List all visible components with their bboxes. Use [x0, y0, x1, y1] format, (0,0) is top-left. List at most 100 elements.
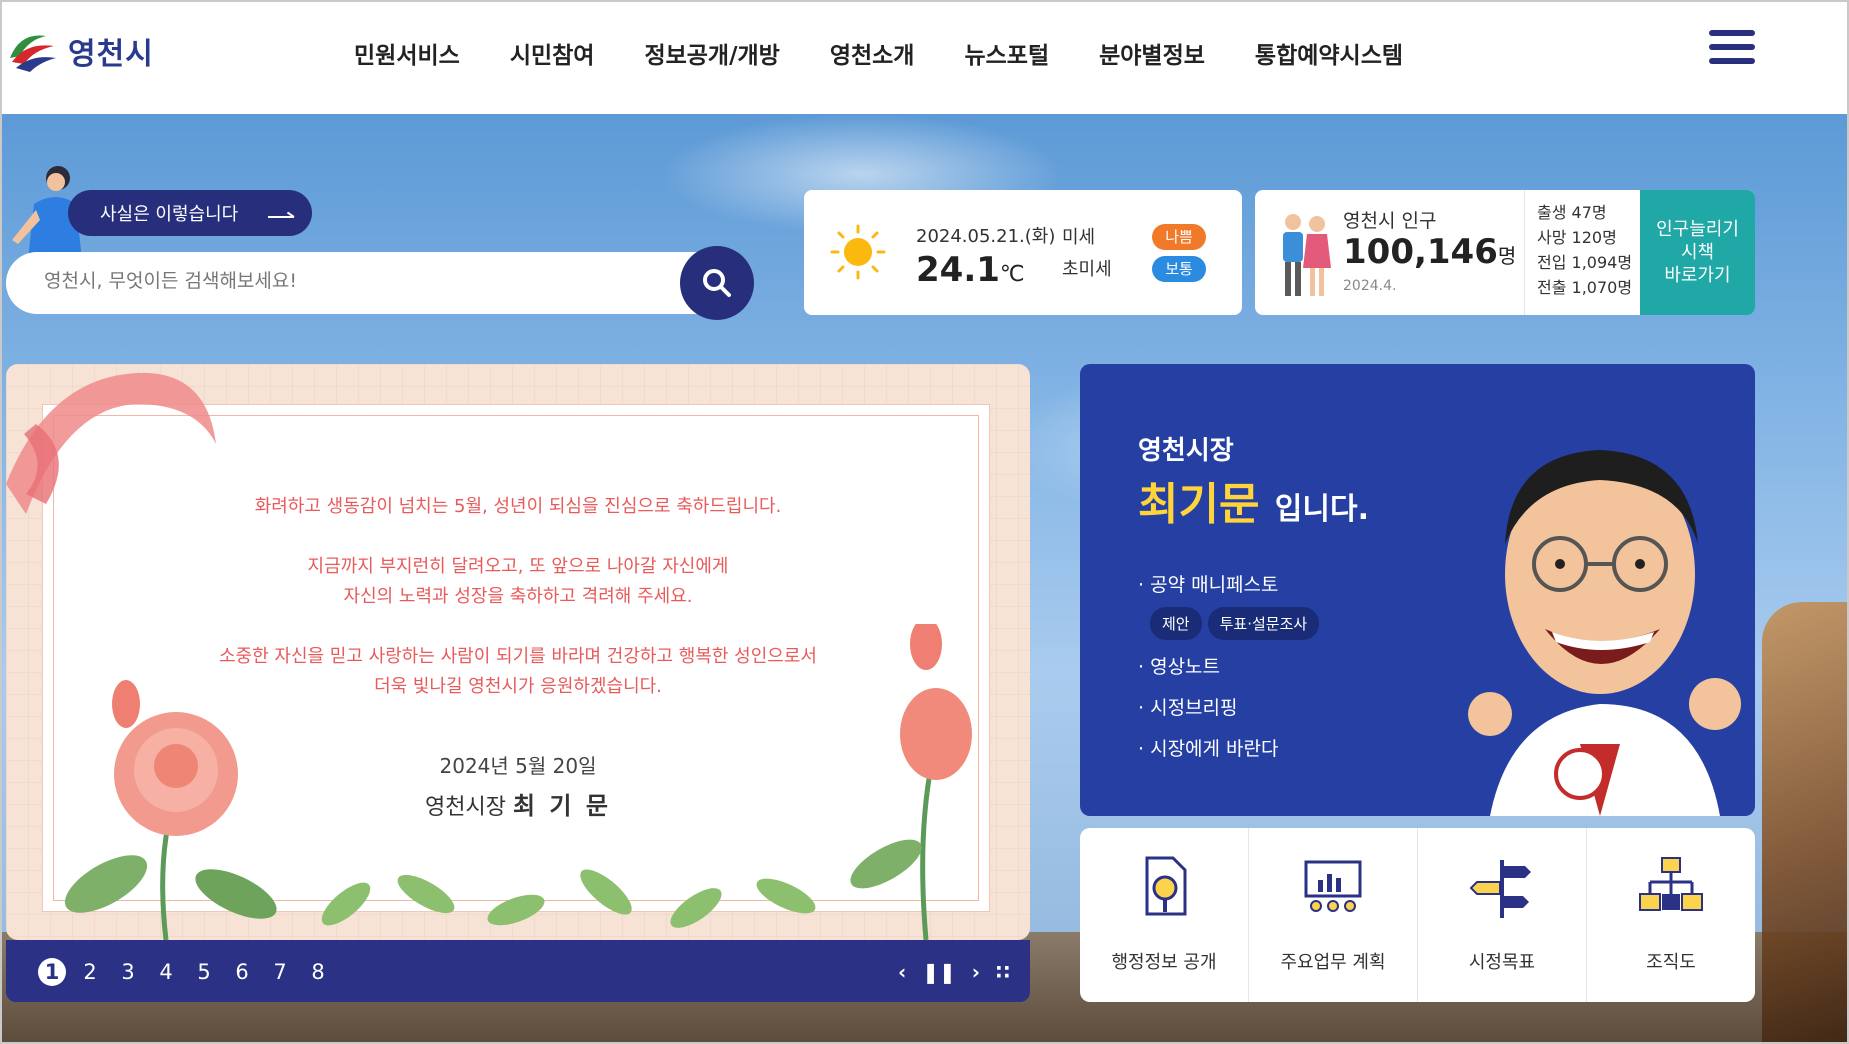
document-search-icon — [1145, 856, 1187, 916]
mayor-tags: 제안 투표·설문조사 — [1150, 607, 1320, 640]
search-icon — [703, 269, 731, 297]
weather-temp: 24.1℃ — [916, 250, 1025, 290]
weather-card: 2024.05.21.(화) 24.1℃ 미세 초미세 나쁨 보통 — [804, 190, 1242, 315]
mayor-menu-video[interactable]: 영상노트 — [1138, 652, 1319, 679]
page-3[interactable]: 3 — [114, 958, 142, 986]
menu-bar — [1709, 44, 1755, 50]
nav-participation[interactable]: 시민참여 — [510, 36, 595, 70]
mayor-menu-wish[interactable]: 시장에게 바란다 — [1138, 734, 1319, 761]
chart-board-icon — [1304, 860, 1362, 912]
logo-text: 영천시 — [68, 37, 154, 72]
people-icon — [1283, 214, 1331, 296]
quick-link-org-chart[interactable]: 조직도 — [1587, 828, 1755, 1002]
signature-name: 최 기 문 — [513, 792, 611, 820]
stat-move-out: 전출 1,070명 — [1537, 278, 1633, 297]
banner-line-5: 더욱 빛나길 영천시가 응원하겠습니다. — [374, 676, 662, 697]
menu-bar — [1709, 58, 1755, 64]
quick-link-label: 주요업무 계획 — [1280, 952, 1386, 973]
page-5[interactable]: 5 — [190, 958, 218, 986]
population-card: 영천시 인구 100,146명 2024.4. 출생 47명 사망 120명 전… — [1255, 190, 1755, 315]
population-stats: 출생 47명 사망 120명 전입 1,094명 전출 1,070명 — [1524, 190, 1640, 315]
quick-link-label: 조직도 — [1646, 952, 1696, 973]
banner-line-3: 자신의 노력과 성장을 축하하고 격려해 주세요. — [343, 586, 693, 607]
population-unit: 명 — [1497, 244, 1517, 268]
fact-check-label: 사실은 이렇습니다 — [100, 204, 239, 225]
mayor-title: 영천시장 — [1138, 436, 1234, 466]
population-policy-label: 인구늘리기 시책 바로가기 — [1656, 218, 1739, 287]
page-1[interactable]: 1 — [38, 958, 66, 986]
population-label: 영천시 인구 — [1343, 210, 1437, 232]
page-numbers: 1 2 3 4 5 6 7 8 — [38, 958, 332, 986]
tag-survey[interactable]: 투표·설문조사 — [1207, 607, 1320, 640]
banner-pager: 1 2 3 4 5 6 7 8 ‹ ❚❚ › ∷ — [6, 940, 1030, 1002]
signpost-icon — [1469, 860, 1531, 918]
dust-labels: 미세 초미세 — [1062, 222, 1112, 286]
quick-link-city-goals[interactable]: 시정목표 — [1418, 828, 1587, 1002]
main-nav: 민원서비스 시민참여 정보공개/개방 영천소개 뉴스포털 분야별정보 통합예약시… — [354, 36, 1453, 70]
leaves-decoration-icon — [321, 869, 816, 928]
banner-line-4: 소중한 자신을 믿고 사랑하는 사람이 되기를 바라며 건강하고 행복한 성인으… — [219, 646, 817, 667]
mayor-card: 영천시장 최기문 입니다. 공약 매니페스토 제안 투표·설문조사 영상노트 시… — [1080, 364, 1755, 816]
chevron-left-icon[interactable]: ‹ — [898, 960, 906, 984]
mayor-menu-manifesto[interactable]: 공약 매니페스토 — [1138, 570, 1319, 597]
nav-reservation[interactable]: 통합예약시스템 — [1255, 36, 1403, 70]
grid-view-icon[interactable]: ∷ — [996, 960, 1010, 984]
menu-bar — [1709, 30, 1755, 36]
banner-line-2: 지금까지 부지런히 달려오고, 또 앞으로 나아갈 자신에게 — [307, 556, 729, 577]
site-header: 영천시 민원서비스 시민참여 정보공개/개방 영천소개 뉴스포털 분야별정보 통… — [2, 2, 1847, 114]
page-4[interactable]: 4 — [152, 958, 180, 986]
search-input[interactable] — [44, 270, 644, 292]
ultra-fine-dust-status-badge: 보통 — [1152, 256, 1206, 282]
population-value: 100,146 — [1343, 232, 1498, 272]
main-banner[interactable]: 화려하고 생동감이 넘치는 5월, 성년이 되심을 진심으로 축하드립니다. 지… — [6, 364, 1030, 940]
sun-icon — [830, 224, 886, 280]
fact-check-button[interactable]: 사실은 이렇습니다 — [68, 190, 312, 236]
tag-proposal[interactable]: 제안 — [1150, 607, 1202, 640]
temp-unit: ℃ — [999, 262, 1025, 287]
search-bar — [6, 252, 746, 314]
page-6[interactable]: 6 — [228, 958, 256, 986]
population-date: 2024.4. — [1343, 278, 1397, 294]
page-8[interactable]: 8 — [304, 958, 332, 986]
population-count: 100,146명 — [1343, 232, 1516, 272]
mayor-name-value: 최기문 — [1138, 479, 1260, 530]
quick-links: 행정정보 공개 주요업무 계획 시정목표 조직도 — [1080, 828, 1755, 1002]
menu-icon[interactable] — [1709, 30, 1755, 70]
ultra-fine-dust-label: 초미세 — [1062, 259, 1112, 280]
pager-controls: ‹ ❚❚ › ∷ — [898, 960, 1010, 984]
quick-link-label: 행정정보 공개 — [1111, 952, 1217, 973]
quick-link-work-plan[interactable]: 주요업무 계획 — [1249, 828, 1418, 1002]
banner-date: 2024년 5월 20일 — [439, 754, 597, 778]
arrow-right-icon — [268, 208, 295, 218]
signature-prefix: 영천시장 — [425, 795, 506, 820]
stat-move-in: 전입 1,094명 — [1537, 253, 1633, 272]
org-chart-icon — [1639, 857, 1703, 911]
weather-date: 2024.05.21.(화) — [916, 226, 1056, 247]
nav-civil-service[interactable]: 민원서비스 — [354, 36, 460, 70]
logo[interactable]: 영천시 — [6, 28, 154, 74]
search-button[interactable] — [680, 246, 754, 320]
nav-field-info[interactable]: 분야별정보 — [1099, 36, 1205, 70]
nav-about[interactable]: 영천소개 — [830, 36, 915, 70]
mayor-name: 최기문 입니다. — [1138, 468, 1369, 532]
mayor-menu: 공약 매니페스토 제안 투표·설문조사 영상노트 시정브리핑 시장에게 바란다 — [1138, 570, 1320, 775]
city-logo-icon — [10, 35, 56, 72]
quick-link-admin-info[interactable]: 행정정보 공개 — [1080, 828, 1249, 1002]
mayor-name-suffix: 입니다. — [1274, 492, 1369, 527]
page-2[interactable]: 2 — [76, 958, 104, 986]
stat-deaths: 사망 120명 — [1537, 228, 1617, 247]
mayor-menu-briefing[interactable]: 시정브리핑 — [1138, 693, 1319, 720]
page: 영천시 민원서비스 시민참여 정보공개/개방 영천소개 뉴스포털 분야별정보 통… — [0, 0, 1849, 1044]
population-policy-link[interactable]: 인구늘리기 시책 바로가기 — [1640, 190, 1755, 315]
nav-info-open[interactable]: 정보공개/개방 — [644, 36, 779, 70]
fine-dust-status-badge: 나쁨 — [1152, 224, 1206, 250]
mayor-caricature-icon — [1468, 450, 1741, 816]
chevron-right-icon[interactable]: › — [972, 960, 980, 984]
nav-news[interactable]: 뉴스포털 — [964, 36, 1049, 70]
quick-link-label: 시정목표 — [1468, 952, 1536, 973]
pause-icon[interactable]: ❚❚ — [922, 960, 956, 984]
page-7[interactable]: 7 — [266, 958, 294, 986]
banner-signature: 영천시장 최 기 문 — [6, 786, 1030, 821]
link-line: 바로가기 — [1664, 265, 1731, 286]
temp-value: 24.1 — [916, 250, 1000, 290]
